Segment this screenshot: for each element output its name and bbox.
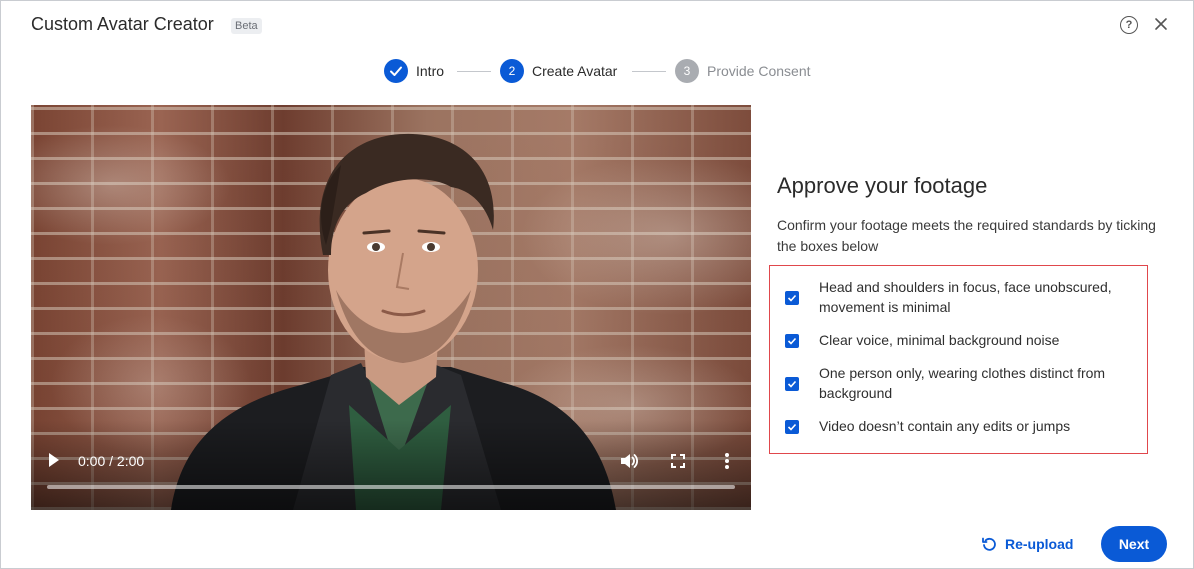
video-progress-bar[interactable] <box>47 485 735 489</box>
help-icon[interactable]: ? <box>1120 16 1138 34</box>
video-player[interactable]: 0:00 / 2:00 <box>31 105 751 510</box>
undo-icon <box>982 537 996 551</box>
avatar-creator-dialog: Custom Avatar Creator Beta ? Intro 2 Cre… <box>0 0 1194 569</box>
dialog-title: Custom Avatar Creator <box>31 14 214 34</box>
checkmark-icon <box>787 337 797 345</box>
step-label-create-avatar: Create Avatar <box>532 63 618 79</box>
checkmark-icon <box>787 380 797 388</box>
beta-badge: Beta <box>231 18 262 34</box>
approve-footage-description: Confirm your footage meets the required … <box>777 217 1156 254</box>
step-3-number: 3 <box>675 59 699 83</box>
step-2-number: 2 <box>500 59 524 83</box>
reupload-button[interactable]: Re-upload <box>981 534 1073 554</box>
step-label-intro: Intro <box>416 63 445 79</box>
checkmark-icon <box>787 294 797 302</box>
step-label-provide-consent: Provide Consent <box>707 63 811 79</box>
checkmark-icon <box>390 66 402 76</box>
volume-icon[interactable] <box>619 452 639 470</box>
more-vertical-icon[interactable] <box>723 452 731 470</box>
checkbox-one-person[interactable] <box>785 377 799 391</box>
checkmark-icon <box>787 423 797 431</box>
close-icon[interactable] <box>1152 14 1170 34</box>
checkbox-focus[interactable] <box>785 291 799 305</box>
checklist-label: One person only, wearing clothes distinc… <box>819 365 1106 401</box>
fullscreen-icon[interactable] <box>671 454 685 468</box>
checklist-label: Video doesn’t contain any edits or jumps <box>819 418 1071 434</box>
reupload-label: Re-upload <box>1005 536 1074 552</box>
step-1-complete-icon <box>384 59 408 83</box>
checkbox-voice[interactable] <box>785 334 799 348</box>
next-button[interactable]: Next <box>1101 526 1167 562</box>
checklist-label: Clear voice, minimal background noise <box>819 332 1060 348</box>
checkbox-no-edits[interactable] <box>785 420 799 434</box>
step-connector <box>457 71 491 72</box>
approve-footage-heading: Approve your footage <box>777 173 988 198</box>
video-time: 0:00 / 2:00 <box>78 453 145 469</box>
play-icon[interactable] <box>47 451 61 469</box>
step-connector <box>632 71 666 72</box>
checklist-label: Head and shoulders in focus, face unobsc… <box>819 279 1112 315</box>
footage-checklist: Head and shoulders in focus, face unobsc… <box>769 265 1148 454</box>
